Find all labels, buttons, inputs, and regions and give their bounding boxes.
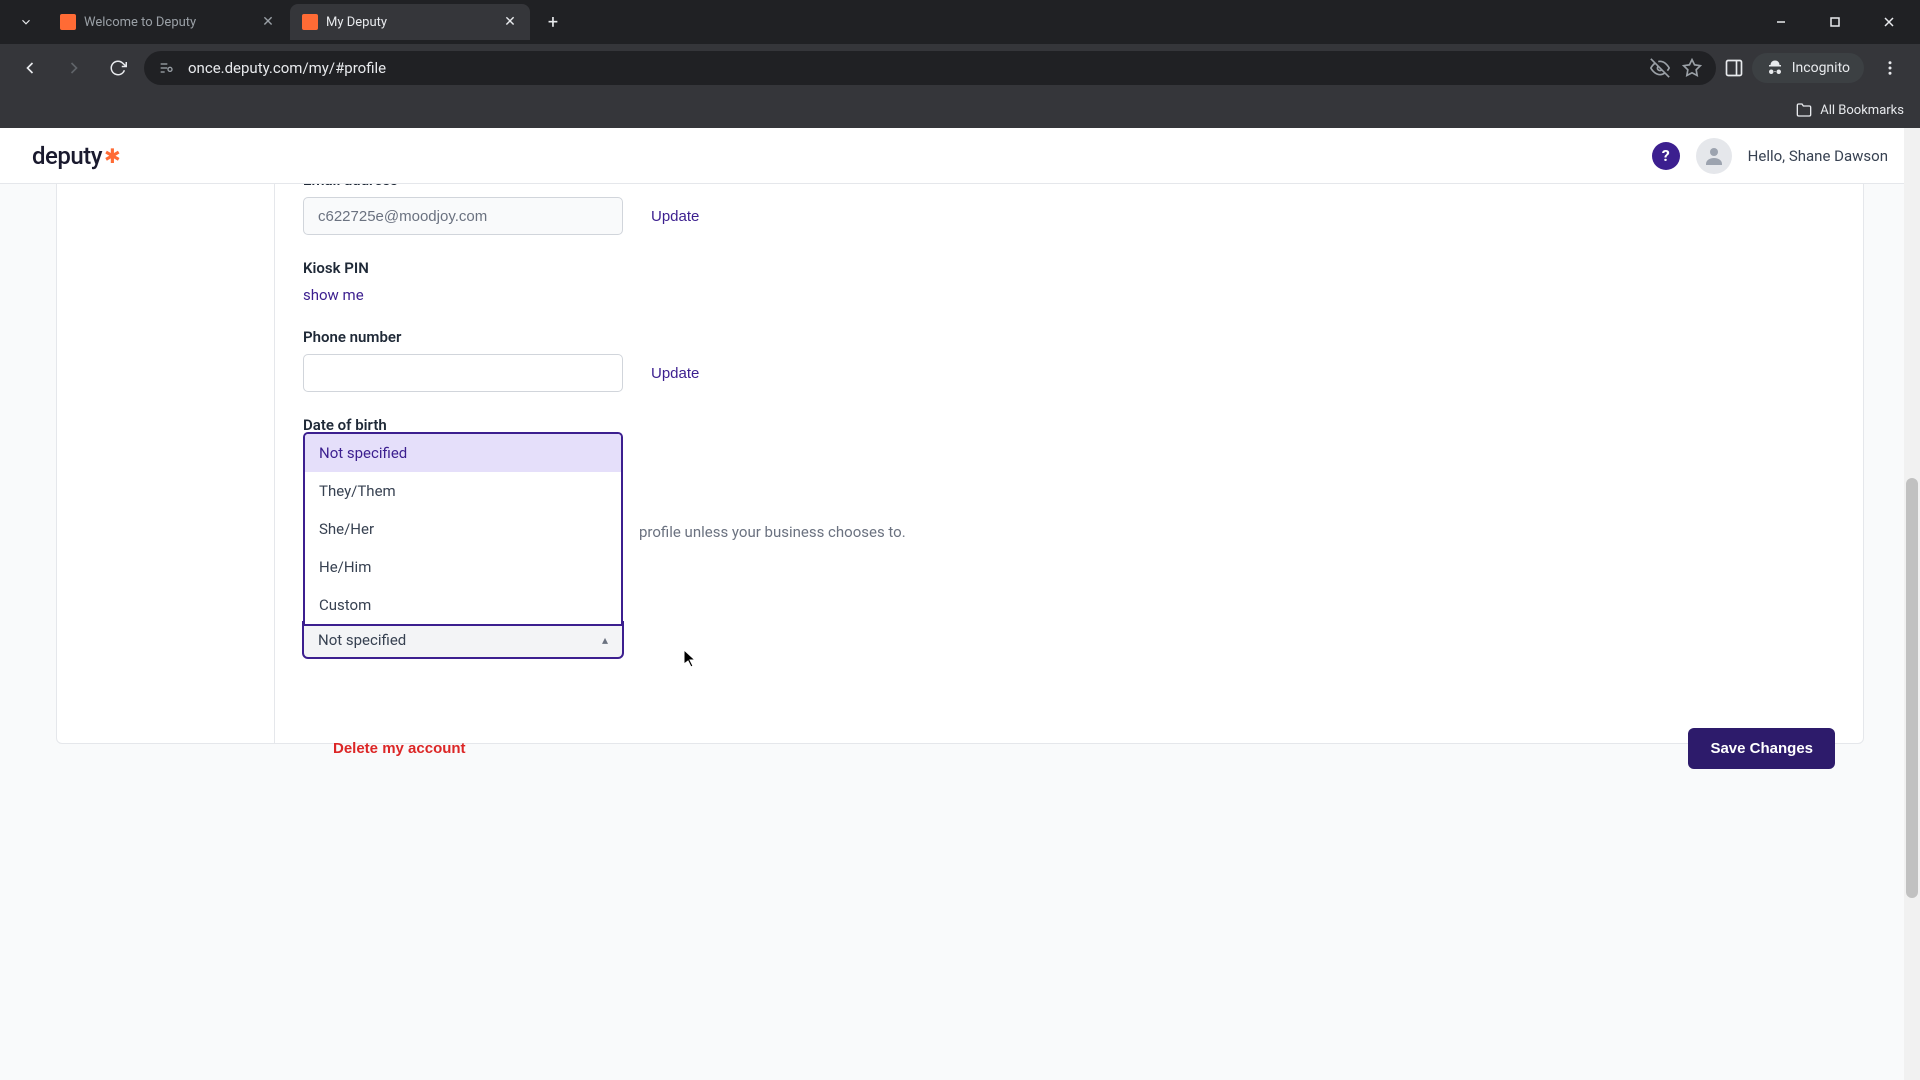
bookmark-bar: All Bookmarks	[0, 92, 1920, 128]
phone-field-group: Phone number Update	[303, 328, 1835, 392]
tab-title: My Deputy	[326, 15, 494, 30]
pronoun-option-they-them[interactable]: They/Them	[305, 472, 621, 510]
card-footer: Delete my account Save Changes	[303, 658, 1835, 769]
card-sidebar	[57, 184, 275, 743]
show-pin-link[interactable]: show me	[303, 286, 364, 304]
pronoun-option-custom[interactable]: Custom	[305, 586, 621, 624]
forward-button[interactable]	[56, 50, 92, 86]
update-phone-button[interactable]: Update	[651, 365, 699, 382]
pronoun-select: Not specified They/Them She/Her He/Him C…	[303, 622, 623, 658]
star-icon[interactable]	[1682, 58, 1702, 78]
phone-input[interactable]	[303, 354, 623, 392]
new-tab-button[interactable]: +	[538, 7, 568, 37]
pronoun-dropdown: Not specified They/Them She/Her He/Him C…	[303, 432, 623, 626]
tab-title: Welcome to Deputy	[84, 15, 252, 30]
card-body: Email address Update Kiosk PIN show me P…	[275, 184, 1863, 797]
browser-menu-button[interactable]	[1872, 59, 1908, 77]
pronoun-option-she-her[interactable]: She/Her	[305, 510, 621, 548]
site-info-icon[interactable]	[158, 60, 174, 76]
close-window-button[interactable]	[1866, 6, 1912, 38]
email-field-group: Email address Update	[303, 184, 1835, 235]
header-right: ? Hello, Shane Dawson	[1652, 138, 1888, 174]
browser-chrome: Welcome to Deputy ✕ My Deputy ✕ + once.d…	[0, 0, 1920, 128]
avatar[interactable]	[1696, 138, 1732, 174]
email-input[interactable]	[303, 197, 623, 235]
favicon-icon	[60, 14, 76, 30]
delete-account-button[interactable]: Delete my account	[303, 730, 496, 767]
pronoun-selected-value: Not specified	[318, 631, 406, 649]
favicon-icon	[302, 14, 318, 30]
incognito-badge: Incognito	[1752, 53, 1864, 83]
email-label: Email address	[303, 184, 1835, 189]
pronoun-select-display[interactable]: Not specified ▴	[303, 622, 623, 658]
phone-label: Phone number	[303, 328, 1835, 346]
user-icon	[1702, 144, 1726, 168]
side-panel-icon[interactable]	[1724, 58, 1744, 78]
help-button[interactable]: ?	[1652, 142, 1680, 170]
window-controls	[1758, 6, 1920, 38]
logo-text: deputy	[32, 142, 102, 170]
folder-icon	[1796, 102, 1812, 118]
logo-star-icon: ✱	[104, 144, 121, 168]
dob-field-group: Date of birth profile unless your busine…	[303, 416, 1835, 658]
chevron-up-icon: ▴	[602, 633, 608, 647]
url-box[interactable]: once.deputy.com/my/#profile	[144, 51, 1716, 85]
tab-my-deputy[interactable]: My Deputy ✕	[290, 4, 530, 40]
logo[interactable]: deputy ✱	[32, 142, 121, 170]
reload-button[interactable]	[100, 50, 136, 86]
update-email-button[interactable]: Update	[651, 208, 699, 225]
address-bar: once.deputy.com/my/#profile Incognito	[0, 44, 1920, 92]
main-area: Email address Update Kiosk PIN show me P…	[0, 184, 1920, 1080]
kiosk-label: Kiosk PIN	[303, 259, 1835, 277]
profile-card: Email address Update Kiosk PIN show me P…	[56, 184, 1864, 744]
pronoun-option-he-him[interactable]: He/Him	[305, 548, 621, 586]
maximize-button[interactable]	[1812, 6, 1858, 38]
url-actions	[1650, 58, 1702, 78]
pronoun-option-not-specified[interactable]: Not specified	[305, 434, 621, 472]
back-button[interactable]	[12, 50, 48, 86]
minimize-button[interactable]	[1758, 6, 1804, 38]
tab-welcome[interactable]: Welcome to Deputy ✕	[48, 4, 288, 40]
all-bookmarks-button[interactable]: All Bookmarks	[1796, 102, 1904, 118]
kiosk-field-group: Kiosk PIN show me	[303, 259, 1835, 304]
helper-text: profile unless your business chooses to.	[639, 523, 906, 541]
close-icon[interactable]: ✕	[260, 14, 276, 30]
scrollbar-track[interactable]	[1904, 128, 1920, 1080]
incognito-label: Incognito	[1792, 60, 1850, 76]
save-changes-button[interactable]: Save Changes	[1688, 728, 1835, 769]
eye-off-icon[interactable]	[1650, 58, 1670, 78]
tab-bar: Welcome to Deputy ✕ My Deputy ✕ +	[0, 0, 1920, 44]
app-header: deputy ✱ ? Hello, Shane Dawson	[0, 128, 1920, 184]
all-bookmarks-label: All Bookmarks	[1820, 103, 1904, 118]
close-icon[interactable]: ✕	[502, 14, 518, 30]
scrollbar-thumb[interactable]	[1906, 478, 1918, 898]
url-text: once.deputy.com/my/#profile	[188, 59, 1636, 77]
greeting: Hello, Shane Dawson	[1748, 147, 1888, 165]
incognito-icon	[1766, 59, 1784, 77]
tab-search-button[interactable]	[8, 4, 44, 40]
